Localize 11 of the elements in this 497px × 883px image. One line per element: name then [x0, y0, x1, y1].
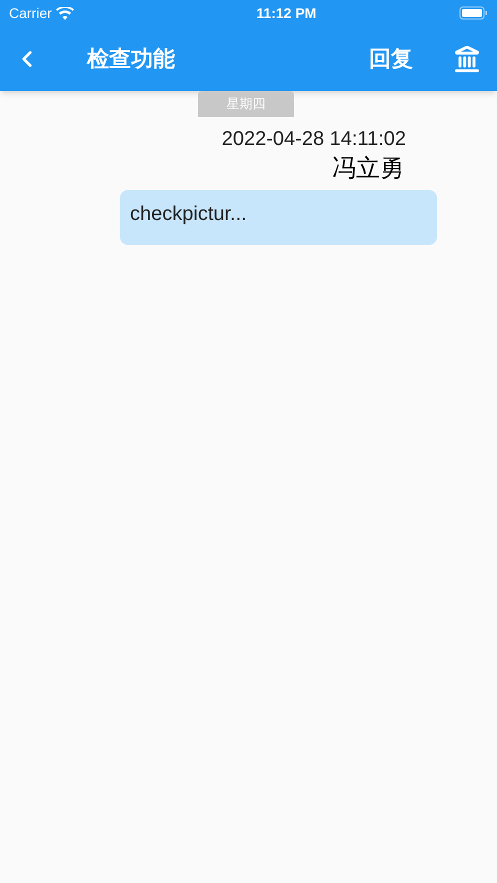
message-timestamp: 2022-04-28 14:11:02	[222, 127, 406, 152]
bank-button[interactable]	[453, 44, 481, 72]
message-bubble[interactable]: checkpictur...	[120, 190, 437, 245]
bank-icon	[453, 44, 481, 72]
carrier-label: Carrier	[9, 4, 52, 22]
page-title: 检查功能	[87, 45, 175, 73]
message-text: checkpictur...	[130, 203, 247, 225]
sender-name: 冯立勇	[332, 154, 404, 184]
wifi-icon	[56, 6, 74, 20]
battery-icon	[459, 6, 488, 20]
clock-time: 11:12 PM	[256, 4, 316, 22]
